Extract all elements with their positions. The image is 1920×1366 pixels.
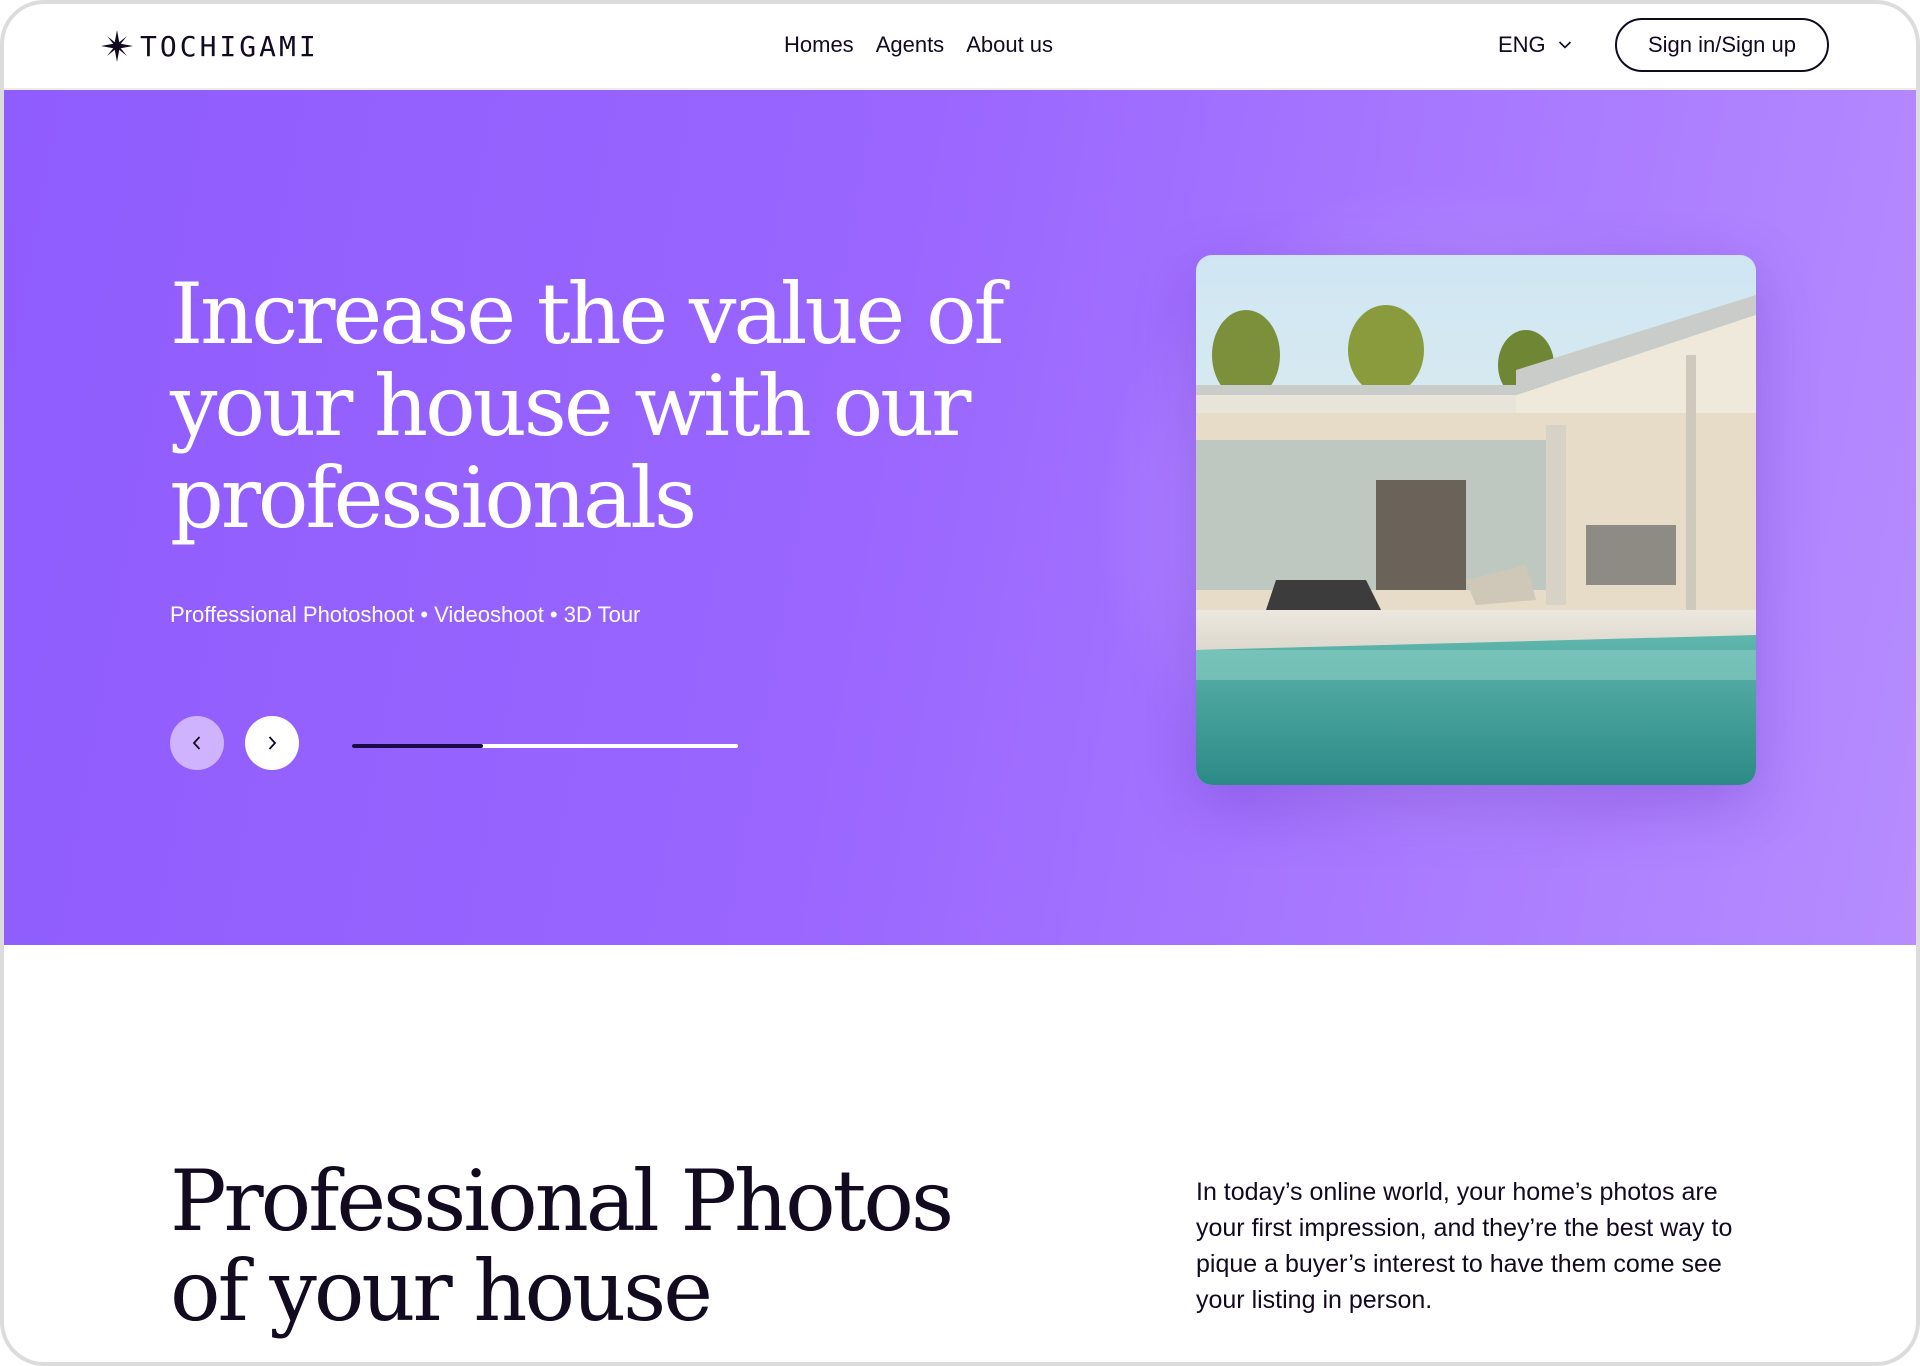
language-label: ENG <box>1498 32 1546 57</box>
carousel-progress-fill <box>352 744 484 748</box>
site-header: TOCHIGAMI Homes Agents About us ENG Sign… <box>4 4 1916 90</box>
house-photo <box>1196 255 1756 785</box>
section-title: Professional Photos of your house <box>170 1152 954 1340</box>
nav-item-homes[interactable]: Homes <box>784 32 854 58</box>
signin-button[interactable]: Sign in/Sign up <box>1615 18 1829 72</box>
brand-name: TOCHIGAMI <box>140 29 319 63</box>
carousel-next-button[interactable] <box>245 716 299 770</box>
carousel-prev-button[interactable] <box>170 716 224 770</box>
brand-logo[interactable]: TOCHIGAMI <box>100 26 319 66</box>
sparkle-star-icon <box>101 30 133 62</box>
chevron-right-icon <box>268 736 277 750</box>
language-selector[interactable]: ENG <box>1498 32 1572 58</box>
hero-subtitle: Proffessional Photoshoot • Videoshoot • … <box>170 602 641 627</box>
hero-title: Increase the value of your house with ou… <box>170 265 1005 547</box>
nav-item-agents[interactable]: Agents <box>876 32 945 58</box>
main-nav: Homes Agents About us <box>784 32 1053 58</box>
browser-frame: TOCHIGAMI Homes Agents About us ENG Sign… <box>0 0 1920 1366</box>
chevron-left-icon <box>192 736 201 750</box>
nav-item-about-us[interactable]: About us <box>966 32 1053 58</box>
hero-house-image <box>1196 255 1756 785</box>
hero-section: Increase the value of your house with ou… <box>4 90 1916 945</box>
carousel-progress <box>352 744 738 748</box>
section-description: In today’s online world, your home’s pho… <box>1196 1178 1733 1314</box>
chevron-down-icon <box>1558 41 1571 49</box>
